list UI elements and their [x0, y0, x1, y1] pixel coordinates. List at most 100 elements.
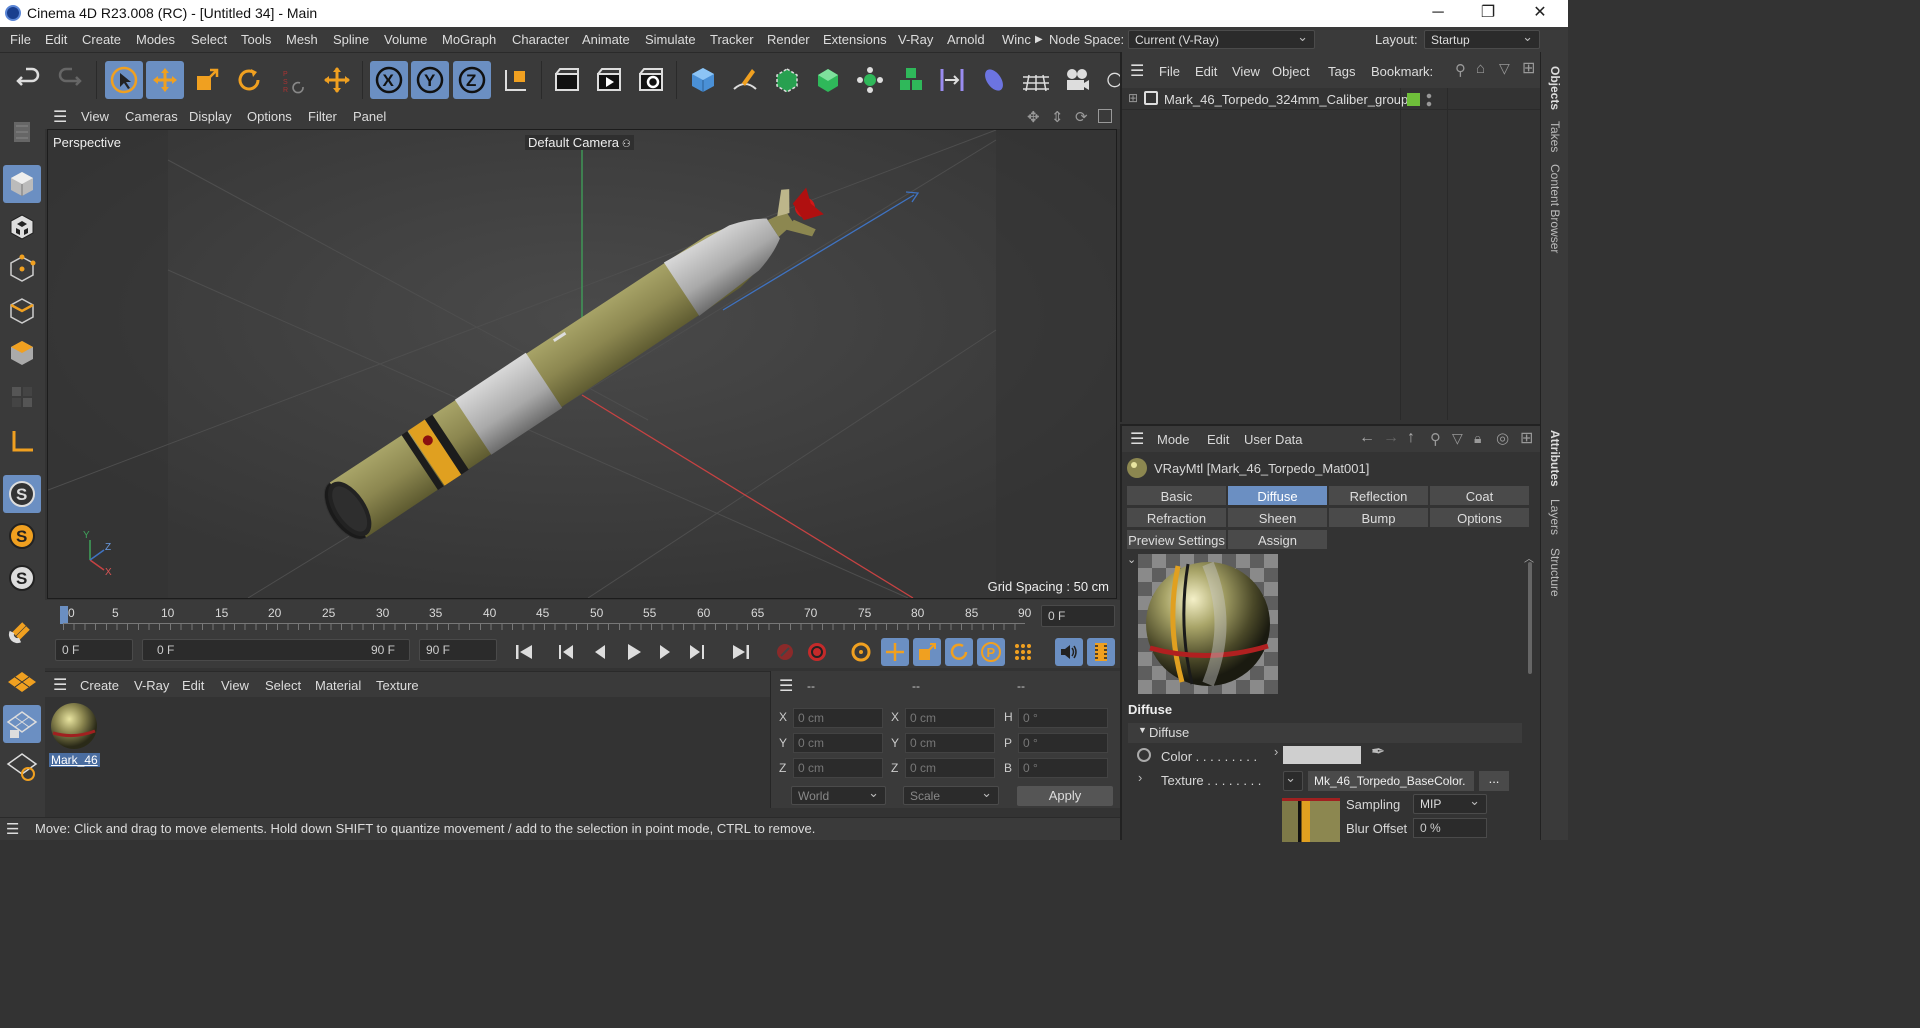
rotate-tool-icon[interactable] — [230, 61, 268, 99]
viewport-menu-cameras[interactable]: Cameras — [125, 109, 178, 124]
uv-mode-icon[interactable] — [3, 378, 41, 416]
tab-options[interactable]: Options — [1429, 507, 1530, 528]
color-swatch[interactable] — [1283, 746, 1361, 764]
diffuse-group-header[interactable]: ▼ Diffuse — [1128, 723, 1522, 743]
object-menu-file[interactable]: File — [1159, 64, 1180, 79]
solo-mode-icon[interactable]: S — [3, 475, 41, 513]
keyframe-selection-icon[interactable] — [847, 638, 875, 666]
menu-file[interactable]: File — [10, 32, 31, 47]
mograph-cubes-icon[interactable] — [892, 61, 930, 99]
hamburger-icon[interactable]: ☰ — [53, 675, 67, 695]
menu-simulate[interactable]: Simulate — [645, 32, 696, 47]
viewport-menu-options[interactable]: Options — [247, 109, 292, 124]
model-mode-icon[interactable] — [3, 165, 41, 203]
viewport-menu-display[interactable]: Display — [189, 109, 232, 124]
coord-rot-b-field[interactable]: 0 ° — [1018, 758, 1108, 778]
edges-mode-icon[interactable] — [3, 292, 41, 330]
material-menu-material[interactable]: Material — [315, 678, 361, 693]
hamburger-icon[interactable]: ☰ — [1130, 61, 1144, 81]
home-icon[interactable]: ⌂ — [1476, 60, 1485, 77]
texture-expand-icon[interactable]: › — [1138, 770, 1142, 785]
hamburger-icon[interactable]: ☰ — [1130, 429, 1144, 449]
hamburger-icon[interactable]: ☰ — [779, 676, 793, 696]
material-menu-vray[interactable]: V-Ray — [134, 678, 169, 693]
visibility-dots-icon[interactable] — [1426, 92, 1432, 108]
previous-key-icon[interactable] — [552, 638, 580, 666]
end-frame-field[interactable]: 90 F — [419, 639, 497, 661]
menu-modes[interactable]: Modes — [136, 32, 175, 47]
menu-spline[interactable]: Spline — [333, 32, 369, 47]
sampling-dropdown[interactable]: MIP — [1413, 793, 1487, 814]
tab-structure[interactable]: Structure — [1548, 548, 1562, 597]
move-tool-icon[interactable] — [146, 61, 184, 99]
deformer-icon[interactable] — [933, 61, 971, 99]
viewport-camera-label[interactable]: Default Camera ⚇ — [525, 135, 634, 150]
sound-icon[interactable] — [1055, 638, 1083, 666]
object-menu-view[interactable]: View — [1232, 64, 1260, 79]
menu-arnold[interactable]: Arnold — [947, 32, 985, 47]
lock-icon[interactable]: 🔒︎ — [1474, 430, 1481, 447]
tab-preview-settings[interactable]: Preview Settings — [1126, 529, 1227, 550]
coord-scale-dropdown[interactable]: Scale — [903, 785, 999, 805]
y-axis-lock-icon[interactable]: Y — [411, 61, 449, 99]
search-icon[interactable]: ⚲ — [1430, 430, 1441, 448]
undo-icon[interactable] — [10, 61, 48, 99]
search-icon[interactable]: ⚲ — [1455, 61, 1466, 79]
coord-mode-dropdown[interactable]: World — [791, 785, 886, 805]
tab-attributes[interactable]: Attributes — [1548, 430, 1562, 487]
scale-tool-icon[interactable] — [188, 61, 226, 99]
object-name[interactable]: Mark_46_Torpedo_324mm_Caliber_group — [1164, 92, 1408, 107]
attribute-scrollbar[interactable] — [1528, 562, 1532, 674]
object-menu-edit[interactable]: Edit — [1195, 64, 1217, 79]
menu-mesh[interactable]: Mesh — [286, 32, 318, 47]
menu-window[interactable]: Winc — [1002, 32, 1031, 47]
polygons-mode-icon[interactable] — [3, 334, 41, 372]
material-menu-create[interactable]: Create — [80, 678, 119, 693]
coord-rot-h-field[interactable]: 0 ° — [1018, 708, 1108, 728]
transform-icon[interactable] — [318, 61, 356, 99]
x-axis-lock-icon[interactable]: X — [370, 61, 408, 99]
texture-type-dropdown[interactable] — [1283, 770, 1303, 791]
material-menu-texture[interactable]: Texture — [376, 678, 419, 693]
coord-size-z-field[interactable]: 0 cm — [905, 758, 995, 778]
key-rotation-icon[interactable] — [945, 638, 973, 666]
tab-layers[interactable]: Layers — [1548, 499, 1562, 535]
filter-icon[interactable]: ▽ — [1452, 430, 1463, 447]
new-window-icon[interactable]: ⊞ — [1522, 58, 1535, 78]
coord-size-x-field[interactable]: 0 cm — [905, 708, 995, 728]
viewport-menu-panel[interactable]: Panel — [353, 109, 386, 124]
3d-viewport[interactable]: Perspective Default Camera ⚇ Grid Spacin… — [47, 129, 1117, 599]
object-menu-tags[interactable]: Tags — [1328, 64, 1355, 79]
current-frame-field[interactable]: 0 F — [1041, 605, 1115, 627]
camera-object-icon[interactable] — [1058, 61, 1096, 99]
menu-extensions[interactable]: Extensions — [823, 32, 887, 47]
key-pla-icon[interactable] — [1009, 638, 1037, 666]
layer-color-icon[interactable] — [1407, 93, 1420, 106]
workplane-icon[interactable] — [3, 663, 41, 701]
expand-icon[interactable]: ⊞ — [1128, 91, 1138, 105]
go-to-end-icon[interactable] — [727, 638, 755, 666]
object-menu-bookmarks[interactable]: Bookmark: — [1371, 64, 1433, 79]
next-frame-icon[interactable] — [651, 638, 679, 666]
menu-tools[interactable]: Tools — [241, 32, 271, 47]
scroll-up-icon[interactable]: ︿ — [1524, 550, 1534, 565]
back-arrow-icon[interactable]: ← — [1359, 429, 1375, 447]
tab-reflection[interactable]: Reflection — [1328, 485, 1429, 506]
psr-icon[interactable]: PSR — [272, 61, 310, 99]
material-swatch[interactable]: Mark_46 — [49, 701, 101, 771]
frame-range-slider[interactable]: 0 F 90 F — [142, 639, 410, 661]
menu-volume[interactable]: Volume — [384, 32, 427, 47]
viewport-zoom-icon[interactable]: ⇕ — [1051, 108, 1064, 126]
material-menu-select[interactable]: Select — [265, 678, 301, 693]
menu-overflow-arrow-icon[interactable]: ▶ — [1035, 34, 1043, 45]
attribute-menu-mode[interactable]: Mode — [1157, 432, 1190, 447]
play-icon[interactable] — [619, 638, 647, 666]
texture-mode-icon[interactable] — [3, 208, 41, 246]
solo-hierarchy-icon[interactable]: S — [3, 559, 41, 597]
timeline-ruler[interactable]: 0 5 10 15 20 25 30 35 40 45 50 55 60 65 … — [45, 600, 1120, 634]
forward-arrow-icon[interactable]: → — [1383, 429, 1399, 447]
blur-offset-field[interactable]: 0 % — [1413, 818, 1487, 838]
menu-mograph[interactable]: MoGraph — [442, 32, 496, 47]
previous-frame-icon[interactable] — [586, 638, 614, 666]
snap-magnet-icon[interactable] — [3, 611, 41, 649]
